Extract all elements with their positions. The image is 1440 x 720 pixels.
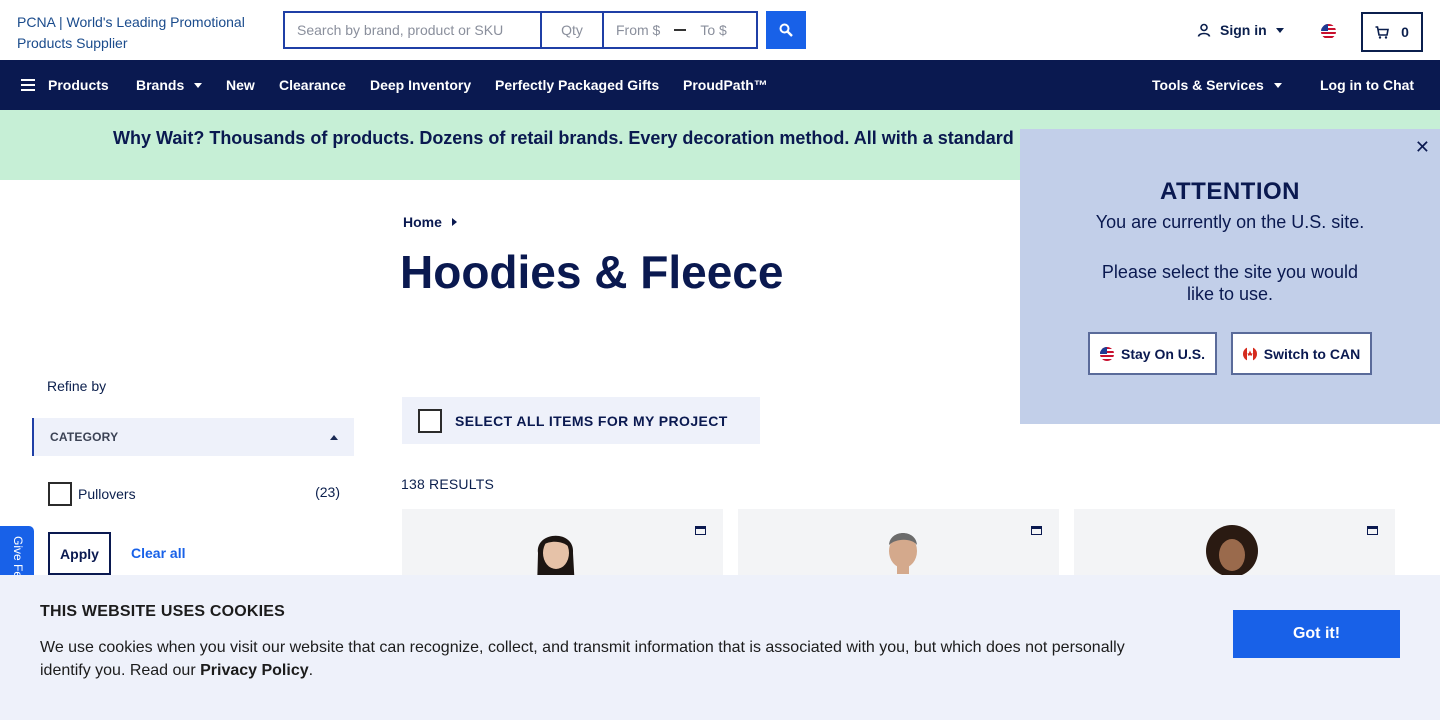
apply-button[interactable]: Apply bbox=[48, 532, 111, 575]
filter-count: (23) bbox=[315, 484, 340, 500]
chevron-down-icon bbox=[1273, 82, 1282, 88]
nav-log-in-to-chat[interactable]: Log in to Chat bbox=[1320, 60, 1414, 110]
popup-title: ATTENTION bbox=[1159, 178, 1301, 205]
us-flag-icon[interactable] bbox=[1321, 24, 1336, 39]
close-icon[interactable]: ✕ bbox=[1415, 137, 1430, 158]
cookie-title: THIS WEBSITE USES COOKIES bbox=[40, 603, 286, 620]
nav-tools-services[interactable]: Tools & Services bbox=[1152, 60, 1282, 110]
sign-in-label: Sign in bbox=[1220, 22, 1267, 38]
select-all-label: SELECT ALL ITEMS FOR MY PROJECT bbox=[455, 412, 728, 429]
price-from-input[interactable]: From $ bbox=[616, 22, 660, 38]
price-to-input[interactable]: To $ bbox=[700, 22, 726, 38]
chevron-down-icon bbox=[194, 82, 203, 88]
sign-in-menu[interactable]: Sign in bbox=[1197, 22, 1284, 38]
nav-brands[interactable]: Brands bbox=[136, 60, 203, 110]
pullovers-checkbox[interactable] bbox=[48, 482, 72, 506]
refine-by-label: Refine by bbox=[47, 378, 107, 394]
cookie-banner: THIS WEBSITE USES COOKIES We use cookies… bbox=[0, 575, 1440, 720]
cookie-text-end: . bbox=[308, 662, 314, 679]
select-all-items[interactable]: SELECT ALL ITEMS FOR MY PROJECT bbox=[402, 397, 760, 444]
chevron-up-icon bbox=[330, 434, 338, 440]
stay-label: Stay On U.S. bbox=[1120, 345, 1206, 362]
site-selector-popup: ✕ ATTENTION You are currently on the U.S… bbox=[1020, 129, 1440, 424]
cart-button[interactable]: 0 bbox=[1361, 12, 1423, 52]
nav-products[interactable]: Products bbox=[21, 60, 109, 110]
nav-perfectly-packaged-gifts[interactable]: Perfectly Packaged Gifts bbox=[495, 60, 659, 110]
switch-label: Switch to CAN bbox=[1263, 345, 1361, 362]
folder-icon[interactable] bbox=[695, 526, 706, 535]
privacy-policy-link[interactable]: Privacy Policy bbox=[200, 662, 309, 679]
site-logo[interactable]: PCNA | World's Leading Promotional Produ… bbox=[17, 12, 267, 54]
nav-proudpath[interactable]: ProudPath™ bbox=[683, 60, 768, 110]
popup-line-2: Please select the site you would like to… bbox=[1101, 262, 1359, 304]
clear-all-link[interactable]: Clear all bbox=[131, 545, 185, 561]
accept-cookies-button[interactable]: Got it! bbox=[1233, 610, 1400, 658]
price-range: From $ To $ bbox=[604, 13, 756, 47]
stay-on-us-button[interactable]: Stay On U.S. bbox=[1088, 332, 1217, 375]
switch-to-can-button[interactable]: Switch to CAN bbox=[1231, 332, 1372, 375]
page-title: Hoodies & Fleece bbox=[400, 246, 784, 298]
us-flag-icon bbox=[1099, 346, 1114, 361]
top-header: PCNA | World's Leading Promotional Produ… bbox=[0, 0, 1440, 60]
nav-deep-inventory[interactable]: Deep Inventory bbox=[370, 60, 471, 110]
main-nav: Products Brands New Clearance Deep Inven… bbox=[0, 60, 1440, 110]
select-all-checkbox[interactable] bbox=[418, 408, 442, 433]
cart-icon bbox=[1375, 25, 1390, 39]
logo-alt-text: PCNA | World's Leading Promotional Produ… bbox=[17, 14, 245, 51]
range-dash bbox=[674, 29, 687, 31]
popup-line-1: You are currently on the U.S. site. bbox=[1095, 212, 1365, 232]
search-button[interactable] bbox=[766, 11, 806, 49]
hamburger-icon bbox=[21, 79, 35, 91]
cart-count: 0 bbox=[1401, 24, 1409, 40]
nav-new[interactable]: New bbox=[226, 60, 255, 110]
folder-icon[interactable] bbox=[1031, 526, 1042, 535]
nav-products-label: Products bbox=[48, 77, 109, 93]
user-icon bbox=[1197, 23, 1211, 37]
qty-input[interactable]: Qty bbox=[542, 13, 604, 47]
search-bar: Search by brand, product or SKU Qty From… bbox=[283, 11, 758, 49]
chevron-right-icon bbox=[451, 218, 457, 226]
nav-brands-label: Brands bbox=[136, 77, 185, 93]
nav-clearance[interactable]: Clearance bbox=[279, 60, 346, 110]
cookie-body: We use cookies when you visit our websit… bbox=[40, 636, 1150, 682]
folder-icon[interactable] bbox=[1367, 526, 1378, 535]
results-count: 138 RESULTS bbox=[401, 476, 494, 492]
category-header-label: CATEGORY bbox=[50, 430, 119, 444]
search-input[interactable]: Search by brand, product or SKU bbox=[285, 13, 542, 47]
filter-pullovers[interactable]: Pullovers (23) bbox=[48, 482, 340, 506]
chevron-down-icon bbox=[1275, 27, 1284, 33]
breadcrumb: Home bbox=[403, 214, 457, 230]
category-accordion[interactable]: CATEGORY bbox=[32, 418, 354, 456]
search-icon bbox=[779, 23, 793, 37]
breadcrumb-home[interactable]: Home bbox=[403, 214, 442, 230]
feedback-label: Give Fe bbox=[11, 536, 25, 579]
nav-tools-label: Tools & Services bbox=[1152, 77, 1264, 93]
filter-name: Pullovers bbox=[78, 486, 136, 502]
promo-text: Why Wait? Thousands of products. Dozens … bbox=[113, 128, 1014, 148]
ca-flag-icon bbox=[1242, 346, 1257, 361]
